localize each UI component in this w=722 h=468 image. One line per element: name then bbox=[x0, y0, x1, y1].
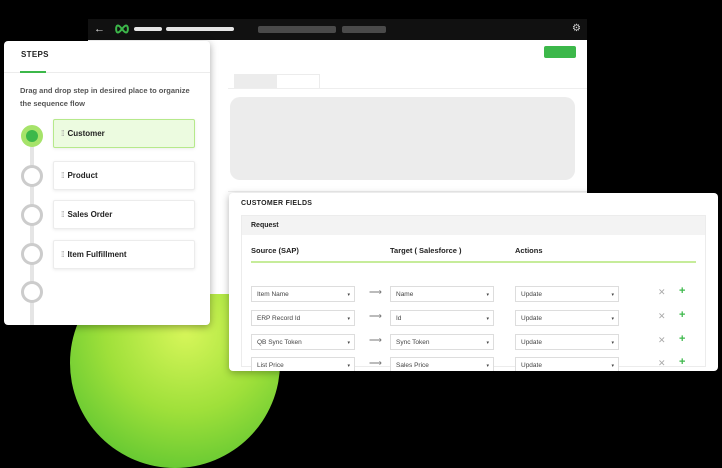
infinity-logo-icon bbox=[115, 24, 129, 34]
source-value: QB Sync Token bbox=[257, 339, 302, 346]
source-select[interactable]: List Price ▾ bbox=[251, 357, 355, 371]
primary-action-button[interactable] bbox=[544, 46, 576, 58]
customer-fields-title: CUSTOMER FIELDS bbox=[241, 200, 313, 207]
step-label: Item Fulfillment bbox=[67, 250, 127, 259]
request-section-header: Request bbox=[242, 216, 705, 235]
add-row-icon[interactable]: + bbox=[679, 356, 685, 368]
column-header-actions: Actions bbox=[515, 246, 543, 255]
drag-handle-icon[interactable]: ⁞⁞ bbox=[61, 250, 65, 259]
active-tab-underline bbox=[20, 71, 46, 73]
action-value: Update bbox=[521, 362, 542, 369]
top-bar: ← ⚙ bbox=[88, 19, 587, 40]
remove-row-icon[interactable]: ✕ bbox=[658, 311, 666, 322]
chevron-down-icon: ▾ bbox=[347, 363, 350, 369]
mapping-arrow-icon: ⟶ bbox=[369, 358, 382, 368]
chevron-down-icon: ▾ bbox=[486, 340, 489, 346]
drag-handle-icon[interactable]: ⁞⁞ bbox=[61, 129, 65, 138]
add-row-icon[interactable]: + bbox=[679, 333, 685, 345]
placeholder-tab[interactable] bbox=[234, 74, 276, 88]
redacted-text bbox=[166, 27, 234, 31]
action-select[interactable]: Update ▾ bbox=[515, 286, 619, 302]
source-value: Item Name bbox=[257, 291, 289, 298]
chevron-down-icon: ▾ bbox=[611, 340, 614, 346]
chevron-down-icon: ▾ bbox=[347, 316, 350, 322]
request-label: Request bbox=[251, 222, 279, 229]
action-value: Update bbox=[521, 339, 542, 346]
step-item-item-fulfillment[interactable]: ⁞⁞ Item Fulfillment bbox=[53, 240, 195, 269]
action-select[interactable]: Update ▾ bbox=[515, 357, 619, 371]
step-node-active bbox=[21, 125, 43, 147]
step-item-product[interactable]: ⁞⁞ Product bbox=[53, 161, 195, 190]
steps-panel: STEPS Drag and drop step in desired plac… bbox=[4, 41, 210, 325]
mapping-row: Item Name ▾ ⟶ Name ▾ Update ▾ ✕ + bbox=[242, 285, 705, 306]
source-select[interactable]: QB Sync Token ▾ bbox=[251, 334, 355, 350]
target-value: Name bbox=[396, 291, 414, 298]
action-value: Update bbox=[521, 315, 542, 322]
chevron-down-icon: ▾ bbox=[486, 316, 489, 322]
column-header-source: Source (SAP) bbox=[251, 246, 299, 255]
step-node bbox=[21, 204, 43, 226]
gear-icon[interactable]: ⚙ bbox=[572, 22, 581, 36]
target-select[interactable]: Id ▾ bbox=[390, 310, 494, 326]
divider bbox=[228, 88, 587, 89]
redacted-tab[interactable] bbox=[258, 26, 336, 33]
step-item-sales-order[interactable]: ⁞⁞ Sales Order bbox=[53, 200, 195, 229]
remove-row-icon[interactable]: ✕ bbox=[658, 358, 666, 369]
target-select[interactable]: Name ▾ bbox=[390, 286, 494, 302]
back-arrow-icon[interactable]: ← bbox=[94, 22, 105, 36]
step-item-customer[interactable]: ⁞⁞ Customer bbox=[53, 119, 195, 148]
target-select[interactable]: Sync Token ▾ bbox=[390, 334, 494, 350]
action-select[interactable]: Update ▾ bbox=[515, 334, 619, 350]
source-value: List Price bbox=[257, 362, 284, 369]
chevron-down-icon: ▾ bbox=[347, 340, 350, 346]
drag-handle-icon[interactable]: ⁞⁞ bbox=[61, 210, 65, 219]
column-header-target: Target ( Salesforce ) bbox=[390, 246, 462, 255]
source-select[interactable]: ERP Record Id ▾ bbox=[251, 310, 355, 326]
action-select[interactable]: Update ▾ bbox=[515, 310, 619, 326]
target-value: Sync Token bbox=[396, 339, 430, 346]
drag-handle-icon[interactable]: ⁞⁞ bbox=[61, 171, 65, 180]
step-node bbox=[21, 243, 43, 265]
target-value: Sales Price bbox=[396, 362, 429, 369]
remove-row-icon[interactable]: ✕ bbox=[658, 335, 666, 346]
target-select[interactable]: Sales Price ▾ bbox=[390, 357, 494, 371]
redacted-tab[interactable] bbox=[342, 26, 386, 33]
mapping-row: List Price ▾ ⟶ Sales Price ▾ Update ▾ ✕ + bbox=[242, 356, 705, 371]
step-label: Customer bbox=[67, 129, 105, 138]
step-node bbox=[21, 165, 43, 187]
step-node-dot bbox=[26, 130, 38, 142]
target-value: Id bbox=[396, 315, 402, 322]
mapping-arrow-icon: ⟶ bbox=[369, 335, 382, 345]
remove-row-icon[interactable]: ✕ bbox=[658, 287, 666, 298]
chevron-down-icon: ▾ bbox=[611, 363, 614, 369]
mapping-row: ERP Record Id ▾ ⟶ Id ▾ Update ▾ ✕ + bbox=[242, 309, 705, 330]
add-row-icon[interactable]: + bbox=[679, 309, 685, 321]
chevron-down-icon: ▾ bbox=[611, 292, 614, 298]
chevron-down-icon: ▾ bbox=[611, 316, 614, 322]
redacted-text bbox=[134, 27, 162, 31]
source-value: ERP Record Id bbox=[257, 315, 301, 322]
chevron-down-icon: ▾ bbox=[486, 363, 489, 369]
mapping-arrow-icon: ⟶ bbox=[369, 311, 382, 321]
add-row-icon[interactable]: + bbox=[679, 285, 685, 297]
action-value: Update bbox=[521, 291, 542, 298]
chevron-down-icon: ▾ bbox=[347, 292, 350, 298]
step-label: Product bbox=[67, 171, 98, 180]
source-select[interactable]: Item Name ▾ bbox=[251, 286, 355, 302]
mapping-arrow-icon: ⟶ bbox=[369, 287, 382, 297]
chevron-down-icon: ▾ bbox=[486, 292, 489, 298]
mapping-row: QB Sync Token ▾ ⟶ Sync Token ▾ Update ▾ ✕ + bbox=[242, 333, 705, 354]
placeholder-tab[interactable] bbox=[276, 74, 320, 89]
placeholder-panel bbox=[230, 97, 575, 180]
steps-hint: Drag and drop step in desired place to o… bbox=[20, 86, 190, 108]
header-underline bbox=[251, 261, 696, 263]
step-label: Sales Order bbox=[67, 210, 113, 219]
customer-fields-panel: CUSTOMER FIELDS Request Source (SAP) Tar… bbox=[229, 193, 718, 371]
step-node bbox=[21, 281, 43, 303]
steps-title: STEPS bbox=[21, 50, 49, 59]
divider bbox=[228, 191, 587, 192]
mapping-table: Request Source (SAP) Target ( Salesforce… bbox=[241, 215, 706, 371]
